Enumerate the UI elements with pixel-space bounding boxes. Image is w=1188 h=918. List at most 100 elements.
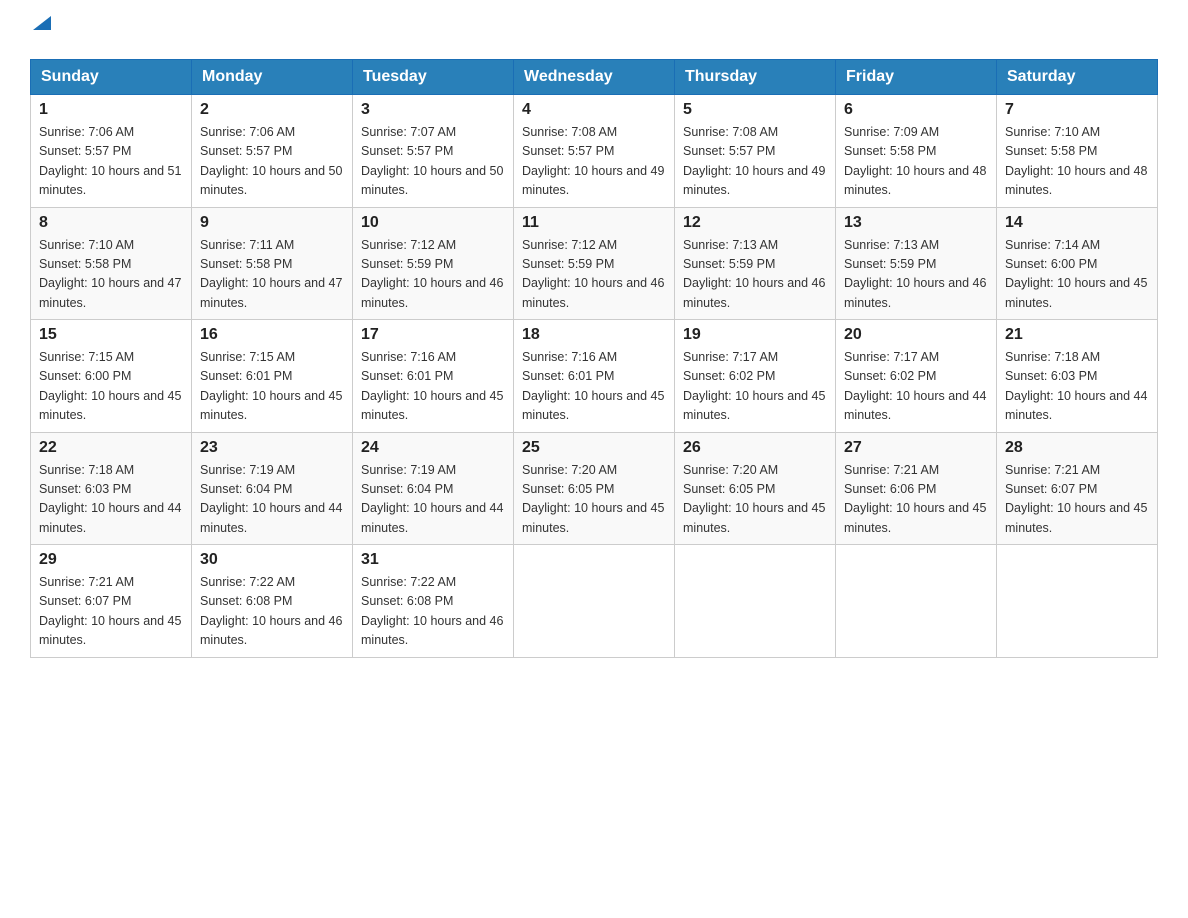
column-header-monday: Monday bbox=[192, 60, 353, 95]
calendar-cell: 11 Sunrise: 7:12 AMSunset: 5:59 PMDaylig… bbox=[514, 207, 675, 320]
calendar-cell: 17 Sunrise: 7:16 AMSunset: 6:01 PMDaylig… bbox=[353, 320, 514, 433]
logo-triangle-icon bbox=[31, 12, 53, 39]
calendar-cell bbox=[997, 545, 1158, 658]
day-number: 5 bbox=[683, 101, 827, 119]
calendar-cell: 29 Sunrise: 7:21 AMSunset: 6:07 PMDaylig… bbox=[31, 545, 192, 658]
day-number: 19 bbox=[683, 326, 827, 344]
calendar-cell: 20 Sunrise: 7:17 AMSunset: 6:02 PMDaylig… bbox=[836, 320, 997, 433]
calendar-cell: 24 Sunrise: 7:19 AMSunset: 6:04 PMDaylig… bbox=[353, 432, 514, 545]
day-info: Sunrise: 7:14 AMSunset: 6:00 PMDaylight:… bbox=[1005, 238, 1147, 310]
day-number: 23 bbox=[200, 439, 344, 457]
day-info: Sunrise: 7:20 AMSunset: 6:05 PMDaylight:… bbox=[683, 463, 825, 535]
day-number: 29 bbox=[39, 551, 183, 569]
day-info: Sunrise: 7:06 AMSunset: 5:57 PMDaylight:… bbox=[39, 125, 181, 197]
day-number: 2 bbox=[200, 101, 344, 119]
day-info: Sunrise: 7:12 AMSunset: 5:59 PMDaylight:… bbox=[522, 238, 664, 310]
calendar-week-row: 29 Sunrise: 7:21 AMSunset: 6:07 PMDaylig… bbox=[31, 545, 1158, 658]
calendar-cell: 7 Sunrise: 7:10 AMSunset: 5:58 PMDayligh… bbox=[997, 95, 1158, 208]
day-info: Sunrise: 7:12 AMSunset: 5:59 PMDaylight:… bbox=[361, 238, 503, 310]
calendar-cell: 8 Sunrise: 7:10 AMSunset: 5:58 PMDayligh… bbox=[31, 207, 192, 320]
day-info: Sunrise: 7:07 AMSunset: 5:57 PMDaylight:… bbox=[361, 125, 503, 197]
day-number: 11 bbox=[522, 214, 666, 232]
day-info: Sunrise: 7:13 AMSunset: 5:59 PMDaylight:… bbox=[844, 238, 986, 310]
day-info: Sunrise: 7:08 AMSunset: 5:57 PMDaylight:… bbox=[683, 125, 825, 197]
day-number: 8 bbox=[39, 214, 183, 232]
day-info: Sunrise: 7:16 AMSunset: 6:01 PMDaylight:… bbox=[361, 350, 503, 422]
day-info: Sunrise: 7:11 AMSunset: 5:58 PMDaylight:… bbox=[200, 238, 342, 310]
day-number: 18 bbox=[522, 326, 666, 344]
calendar-cell: 22 Sunrise: 7:18 AMSunset: 6:03 PMDaylig… bbox=[31, 432, 192, 545]
day-number: 7 bbox=[1005, 101, 1149, 119]
day-number: 9 bbox=[200, 214, 344, 232]
day-number: 21 bbox=[1005, 326, 1149, 344]
calendar-cell: 28 Sunrise: 7:21 AMSunset: 6:07 PMDaylig… bbox=[997, 432, 1158, 545]
calendar-cell: 14 Sunrise: 7:14 AMSunset: 6:00 PMDaylig… bbox=[997, 207, 1158, 320]
day-info: Sunrise: 7:21 AMSunset: 6:07 PMDaylight:… bbox=[1005, 463, 1147, 535]
column-header-friday: Friday bbox=[836, 60, 997, 95]
calendar-cell: 5 Sunrise: 7:08 AMSunset: 5:57 PMDayligh… bbox=[675, 95, 836, 208]
day-info: Sunrise: 7:20 AMSunset: 6:05 PMDaylight:… bbox=[522, 463, 664, 535]
day-number: 14 bbox=[1005, 214, 1149, 232]
day-number: 20 bbox=[844, 326, 988, 344]
calendar-cell: 16 Sunrise: 7:15 AMSunset: 6:01 PMDaylig… bbox=[192, 320, 353, 433]
calendar-table: SundayMondayTuesdayWednesdayThursdayFrid… bbox=[30, 59, 1158, 658]
day-info: Sunrise: 7:19 AMSunset: 6:04 PMDaylight:… bbox=[361, 463, 503, 535]
day-info: Sunrise: 7:06 AMSunset: 5:57 PMDaylight:… bbox=[200, 125, 342, 197]
calendar-cell: 25 Sunrise: 7:20 AMSunset: 6:05 PMDaylig… bbox=[514, 432, 675, 545]
day-number: 26 bbox=[683, 439, 827, 457]
calendar-cell: 13 Sunrise: 7:13 AMSunset: 5:59 PMDaylig… bbox=[836, 207, 997, 320]
day-info: Sunrise: 7:16 AMSunset: 6:01 PMDaylight:… bbox=[522, 350, 664, 422]
day-number: 15 bbox=[39, 326, 183, 344]
day-info: Sunrise: 7:15 AMSunset: 6:01 PMDaylight:… bbox=[200, 350, 342, 422]
calendar-cell: 31 Sunrise: 7:22 AMSunset: 6:08 PMDaylig… bbox=[353, 545, 514, 658]
calendar-cell: 19 Sunrise: 7:17 AMSunset: 6:02 PMDaylig… bbox=[675, 320, 836, 433]
calendar-cell: 9 Sunrise: 7:11 AMSunset: 5:58 PMDayligh… bbox=[192, 207, 353, 320]
day-info: Sunrise: 7:22 AMSunset: 6:08 PMDaylight:… bbox=[200, 575, 342, 647]
calendar-cell: 1 Sunrise: 7:06 AMSunset: 5:57 PMDayligh… bbox=[31, 95, 192, 208]
calendar-cell: 23 Sunrise: 7:19 AMSunset: 6:04 PMDaylig… bbox=[192, 432, 353, 545]
column-header-tuesday: Tuesday bbox=[353, 60, 514, 95]
calendar-cell bbox=[514, 545, 675, 658]
calendar-week-row: 8 Sunrise: 7:10 AMSunset: 5:58 PMDayligh… bbox=[31, 207, 1158, 320]
day-info: Sunrise: 7:21 AMSunset: 6:06 PMDaylight:… bbox=[844, 463, 986, 535]
day-info: Sunrise: 7:15 AMSunset: 6:00 PMDaylight:… bbox=[39, 350, 181, 422]
day-number: 31 bbox=[361, 551, 505, 569]
calendar-cell: 4 Sunrise: 7:08 AMSunset: 5:57 PMDayligh… bbox=[514, 95, 675, 208]
calendar-header-row: SundayMondayTuesdayWednesdayThursdayFrid… bbox=[31, 60, 1158, 95]
calendar-cell: 10 Sunrise: 7:12 AMSunset: 5:59 PMDaylig… bbox=[353, 207, 514, 320]
day-info: Sunrise: 7:10 AMSunset: 5:58 PMDaylight:… bbox=[1005, 125, 1147, 197]
calendar-cell: 12 Sunrise: 7:13 AMSunset: 5:59 PMDaylig… bbox=[675, 207, 836, 320]
calendar-cell: 15 Sunrise: 7:15 AMSunset: 6:00 PMDaylig… bbox=[31, 320, 192, 433]
day-number: 22 bbox=[39, 439, 183, 457]
day-number: 3 bbox=[361, 101, 505, 119]
day-number: 10 bbox=[361, 214, 505, 232]
column-header-sunday: Sunday bbox=[31, 60, 192, 95]
day-number: 13 bbox=[844, 214, 988, 232]
day-number: 16 bbox=[200, 326, 344, 344]
logo-area bbox=[30, 20, 53, 41]
calendar-cell bbox=[836, 545, 997, 658]
calendar-week-row: 22 Sunrise: 7:18 AMSunset: 6:03 PMDaylig… bbox=[31, 432, 1158, 545]
day-info: Sunrise: 7:17 AMSunset: 6:02 PMDaylight:… bbox=[683, 350, 825, 422]
day-info: Sunrise: 7:18 AMSunset: 6:03 PMDaylight:… bbox=[1005, 350, 1147, 422]
day-info: Sunrise: 7:13 AMSunset: 5:59 PMDaylight:… bbox=[683, 238, 825, 310]
calendar-cell: 26 Sunrise: 7:20 AMSunset: 6:05 PMDaylig… bbox=[675, 432, 836, 545]
calendar-cell bbox=[675, 545, 836, 658]
page-header bbox=[30, 20, 1158, 41]
day-info: Sunrise: 7:19 AMSunset: 6:04 PMDaylight:… bbox=[200, 463, 342, 535]
calendar-cell: 6 Sunrise: 7:09 AMSunset: 5:58 PMDayligh… bbox=[836, 95, 997, 208]
calendar-cell: 30 Sunrise: 7:22 AMSunset: 6:08 PMDaylig… bbox=[192, 545, 353, 658]
day-info: Sunrise: 7:09 AMSunset: 5:58 PMDaylight:… bbox=[844, 125, 986, 197]
day-info: Sunrise: 7:10 AMSunset: 5:58 PMDaylight:… bbox=[39, 238, 181, 310]
day-number: 28 bbox=[1005, 439, 1149, 457]
day-info: Sunrise: 7:21 AMSunset: 6:07 PMDaylight:… bbox=[39, 575, 181, 647]
day-info: Sunrise: 7:17 AMSunset: 6:02 PMDaylight:… bbox=[844, 350, 986, 422]
day-number: 6 bbox=[844, 101, 988, 119]
calendar-cell: 3 Sunrise: 7:07 AMSunset: 5:57 PMDayligh… bbox=[353, 95, 514, 208]
calendar-cell: 27 Sunrise: 7:21 AMSunset: 6:06 PMDaylig… bbox=[836, 432, 997, 545]
calendar-cell: 21 Sunrise: 7:18 AMSunset: 6:03 PMDaylig… bbox=[997, 320, 1158, 433]
day-number: 4 bbox=[522, 101, 666, 119]
day-number: 30 bbox=[200, 551, 344, 569]
column-header-saturday: Saturday bbox=[997, 60, 1158, 95]
calendar-week-row: 15 Sunrise: 7:15 AMSunset: 6:00 PMDaylig… bbox=[31, 320, 1158, 433]
